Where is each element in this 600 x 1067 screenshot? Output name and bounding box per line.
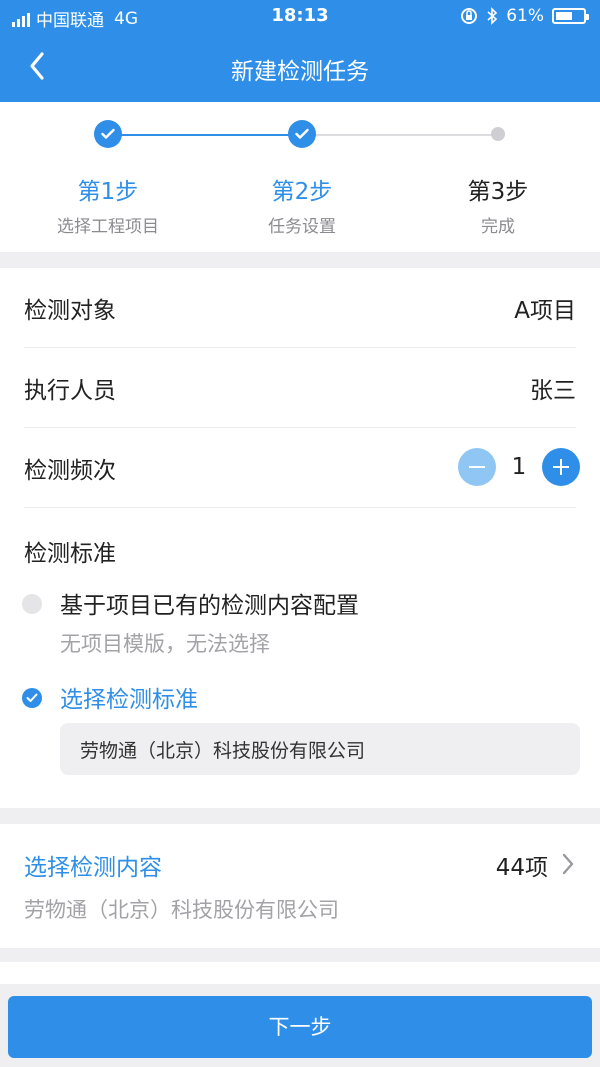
option-existing-subtitle: 无项目模版，无法选择 xyxy=(60,632,270,656)
page-title: 新建检测任务 xyxy=(231,59,369,85)
chevron-right-icon xyxy=(562,853,574,875)
target-value: A项目 xyxy=(514,298,576,324)
step-connector-pending xyxy=(302,134,498,136)
selected-standard-value: 劳物通（北京）科技股份有限公司 xyxy=(80,740,366,762)
radio-unchecked-icon xyxy=(22,594,42,614)
battery-percent: 61% xyxy=(506,6,544,26)
task-settings-form: 检测对象 A项目 执行人员 张三 检测频次 1 检测标准 基于项目已有的检测内容… xyxy=(0,268,600,808)
nav-bar: 新建检测任务 xyxy=(0,40,600,96)
frequency-stepper: 1 xyxy=(458,448,580,486)
content-title: 选择检测内容 xyxy=(24,855,162,881)
battery-icon xyxy=(552,8,589,24)
increment-button[interactable] xyxy=(542,448,580,486)
step-subtitle: 任务设置 xyxy=(268,217,336,237)
step-pending-dot xyxy=(491,127,505,141)
standard-label: 检测标准 xyxy=(24,541,116,567)
step-subtitle: 完成 xyxy=(481,217,515,237)
content-subtitle: 劳物通（北京）科技股份有限公司 xyxy=(24,898,339,922)
step-connector-done xyxy=(108,134,302,136)
bluetooth-icon xyxy=(487,7,498,25)
step-title: 第1步 xyxy=(77,179,139,205)
radio-checked-icon xyxy=(22,688,42,708)
executor-value: 张三 xyxy=(530,378,576,404)
executor-row[interactable]: 执行人员 张三 xyxy=(24,348,576,428)
frequency-label: 检测频次 xyxy=(24,458,116,484)
select-content-row[interactable]: 选择检测内容 44项 劳物通（北京）科技股份有限公司 xyxy=(0,824,600,948)
next-step-button[interactable]: 下一步 xyxy=(8,996,592,1058)
option-select-title: 选择检测标准 xyxy=(60,687,198,713)
status-right: 61% xyxy=(460,6,589,26)
step-title: 第3步 xyxy=(467,179,529,205)
option-existing-title: 基于项目已有的检测内容配置 xyxy=(60,593,359,619)
orientation-lock-icon xyxy=(461,8,478,24)
status-bar: 中国联通 4G 18:13 61% xyxy=(0,0,600,34)
frequency-value: 1 xyxy=(511,454,527,480)
minus-icon xyxy=(469,466,485,468)
decrement-button[interactable] xyxy=(458,448,496,486)
blank-section xyxy=(0,962,600,984)
step-subtitle: 选择工程项目 xyxy=(57,217,159,237)
frequency-row: 检测频次 1 xyxy=(24,428,580,508)
executor-label: 执行人员 xyxy=(24,378,116,404)
target-label: 检测对象 xyxy=(24,298,116,324)
step-check-icon xyxy=(288,120,316,148)
step-check-icon xyxy=(94,120,122,148)
step-title: 第2步 xyxy=(271,179,333,205)
content-count: 44项 xyxy=(495,855,548,881)
step-indicator: 第1步 选择工程项目 第2步 任务设置 第3步 完成 xyxy=(0,102,600,252)
selected-standard-field[interactable]: 劳物通（北京）科技股份有限公司 xyxy=(60,723,580,775)
target-row[interactable]: 检测对象 A项目 xyxy=(24,268,576,348)
app-header: 中国联通 4G 18:13 61% 新建检测任务 xyxy=(0,0,600,102)
